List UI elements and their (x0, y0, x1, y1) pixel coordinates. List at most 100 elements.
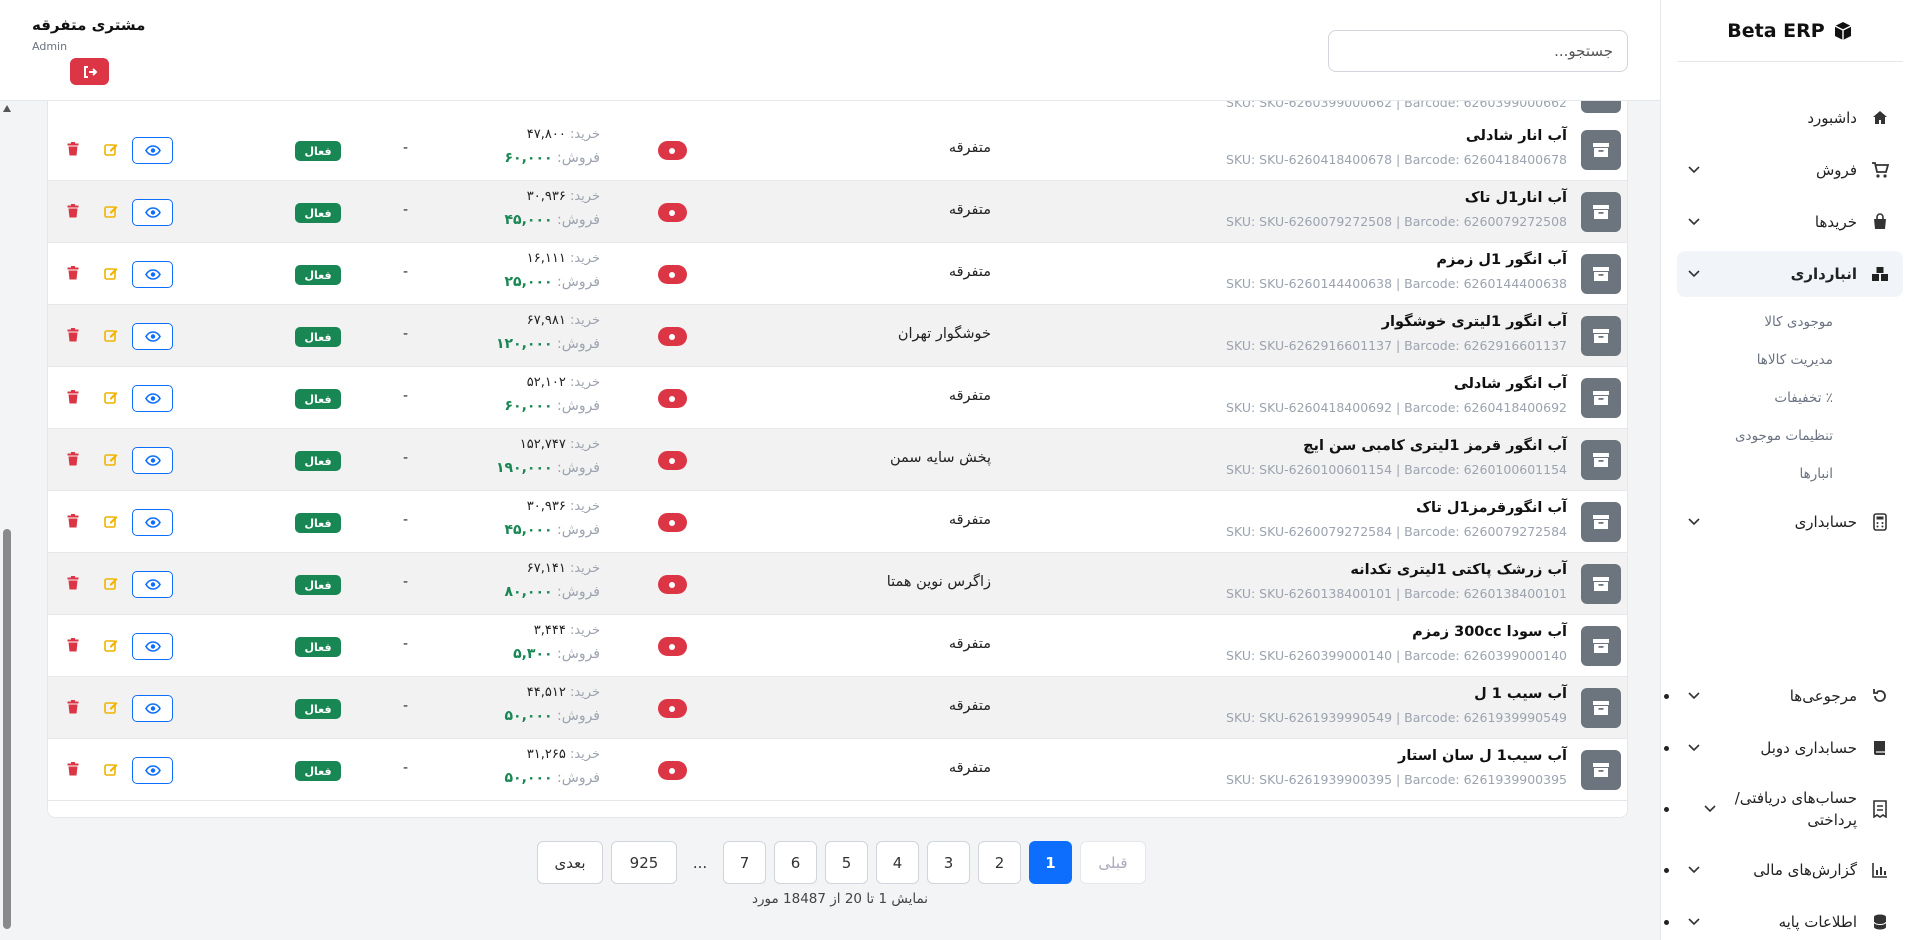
prev-page-button[interactable]: قبلی (1080, 841, 1146, 884)
buy-price: خرید: ۱۶,۱۱۱ (527, 251, 600, 266)
product-name[interactable]: آب زرشک پاکتی 1لیتری تکدانه (1350, 562, 1567, 578)
submenu-item-4[interactable]: انبارها (1677, 455, 1903, 493)
view-button[interactable] (132, 447, 173, 474)
product-name[interactable]: آب انگور شادلی (1454, 376, 1567, 392)
scroll-thumb[interactable] (3, 529, 11, 929)
edit-button[interactable] (103, 512, 119, 530)
stock-toggle[interactable] (658, 265, 687, 284)
page-1-button[interactable]: 1 (1029, 841, 1072, 884)
stock-toggle[interactable] (658, 141, 687, 160)
table-row: آب سیب1 ل سان استار SKU: SKU-626193990039… (48, 739, 1627, 801)
stock-toggle[interactable] (658, 451, 687, 470)
sidebar-item-0[interactable]: داشبورد (1677, 95, 1903, 141)
submenu-item-2[interactable]: ٪ تخفیفات (1677, 379, 1903, 417)
delete-button[interactable] (66, 698, 80, 716)
sell-price: فروش: ۵۰,۰۰۰ (505, 708, 600, 724)
view-button[interactable] (132, 757, 173, 784)
view-button[interactable] (132, 199, 173, 226)
submenu-item-0[interactable]: موجودی کالا (1677, 303, 1903, 341)
product-name[interactable]: آب انگور قرمز 1لیتری کامبی سن ایچ (1303, 438, 1567, 454)
product-name[interactable]: آب سیب 1 ل (1474, 686, 1567, 702)
logout-button[interactable] (70, 58, 109, 85)
product-name[interactable]: آب سیب1 ل سان استار (1398, 748, 1567, 764)
delete-button[interactable] (66, 388, 80, 406)
next-page-button[interactable]: بعدی (537, 841, 603, 884)
edit-button[interactable] (103, 760, 119, 778)
view-button[interactable] (132, 323, 173, 350)
sidebar-item-7[interactable]: حساب‌های دریافتی/پرداختی (1664, 777, 1903, 841)
edit-button[interactable] (103, 388, 119, 406)
edit-button[interactable] (103, 202, 119, 220)
page-7-button[interactable]: 7 (723, 841, 766, 884)
sidebar-item-3[interactable]: انبارداری (1677, 251, 1903, 297)
sell-label: فروش: (557, 584, 600, 600)
sidebar-item-5[interactable]: مرجوعی‌ها (1664, 673, 1903, 719)
edit-icon (104, 764, 118, 776)
buy-price: خرید: ۵۲,۱۰۲ (527, 375, 600, 390)
last-page-button[interactable]: 925 (611, 841, 677, 884)
scroll-up-arrow[interactable] (3, 105, 11, 112)
delete-button[interactable] (66, 326, 80, 344)
view-button[interactable] (132, 261, 173, 288)
submenu-item-3[interactable]: تنظیمات موجودی (1677, 417, 1903, 455)
empty-cell: - (403, 450, 409, 466)
sell-label: فروش: (557, 274, 600, 290)
sidebar-item-4[interactable]: حسابداری (1677, 499, 1903, 545)
sidebar-item-9[interactable]: اطلاعات پایه (1664, 899, 1903, 940)
edit-button[interactable] (103, 574, 119, 592)
search-input[interactable] (1328, 30, 1628, 72)
stock-toggle[interactable] (658, 637, 687, 656)
view-button[interactable] (132, 695, 173, 722)
trash-icon (67, 204, 79, 218)
view-button[interactable] (132, 137, 173, 164)
submenu-item-1[interactable]: مدیریت کالاها (1677, 341, 1903, 379)
edit-button[interactable] (103, 636, 119, 654)
view-button[interactable] (132, 633, 173, 660)
stock-toggle[interactable] (658, 327, 687, 346)
edit-button[interactable] (103, 450, 119, 468)
product-name[interactable]: آب انار شادلی (1466, 128, 1567, 144)
view-button[interactable] (132, 385, 173, 412)
edit-button[interactable] (103, 140, 119, 158)
stock-toggle[interactable] (658, 389, 687, 408)
bullet-dot (1664, 807, 1669, 812)
buy-label: خرید: (569, 437, 600, 452)
page-5-button[interactable]: 5 (825, 841, 868, 884)
edit-button[interactable] (103, 698, 119, 716)
sidebar-item-8[interactable]: گزارش‌های مالی (1664, 847, 1903, 893)
product-name[interactable]: آب سودا 300cc زمزم (1412, 624, 1567, 640)
page-3-button[interactable]: 3 (927, 841, 970, 884)
delete-button[interactable] (66, 202, 80, 220)
delete-button[interactable] (66, 512, 80, 530)
stock-toggle[interactable] (658, 203, 687, 222)
stock-toggle[interactable] (658, 513, 687, 532)
delete-button[interactable] (66, 636, 80, 654)
box-icon (1593, 205, 1609, 219)
edit-icon (104, 578, 118, 590)
product-name[interactable]: آب انار1ل تاک (1465, 190, 1567, 206)
stock-toggle[interactable] (658, 699, 687, 718)
product-name[interactable]: آب انگورقرمز1ل تاک (1416, 500, 1567, 516)
page-2-button[interactable]: 2 (978, 841, 1021, 884)
page-scrollbar[interactable] (0, 101, 14, 940)
view-button[interactable] (132, 509, 173, 536)
delete-button[interactable] (66, 450, 80, 468)
stock-toggle[interactable] (658, 761, 687, 780)
view-button[interactable] (132, 571, 173, 598)
brand-logo[interactable]: Beta ERP (1677, 0, 1903, 62)
delete-button[interactable] (66, 264, 80, 282)
sidebar-item-6[interactable]: حسابداری دوبل (1664, 725, 1903, 771)
stock-toggle[interactable] (658, 575, 687, 594)
page-4-button[interactable]: 4 (876, 841, 919, 884)
product-name[interactable]: آب انگور 1ل زمزم (1436, 252, 1567, 268)
sell-price: فروش: ۱۲۰,۰۰۰ (496, 336, 600, 352)
product-name[interactable]: آب انگور 1لیتری خوشگوار (1382, 314, 1567, 330)
sidebar-item-1[interactable]: فروش (1677, 147, 1903, 193)
edit-button[interactable] (103, 326, 119, 344)
delete-button[interactable] (66, 140, 80, 158)
edit-button[interactable] (103, 264, 119, 282)
delete-button[interactable] (66, 760, 80, 778)
sidebar-item-2[interactable]: خریدها (1677, 199, 1903, 245)
delete-button[interactable] (66, 574, 80, 592)
page-6-button[interactable]: 6 (774, 841, 817, 884)
